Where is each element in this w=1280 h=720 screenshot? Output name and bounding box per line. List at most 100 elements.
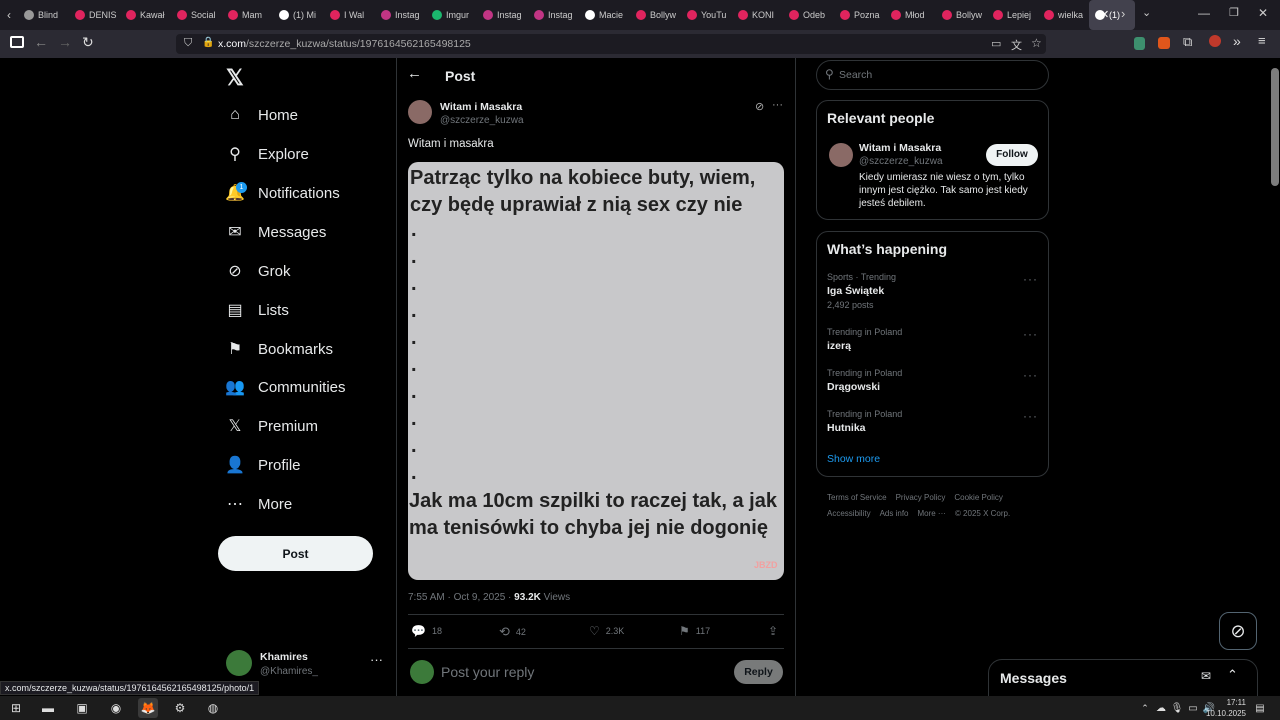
trend-more-icon[interactable]: ··· bbox=[1023, 327, 1038, 341]
browser-tab[interactable]: Mam bbox=[222, 0, 273, 30]
nav-item-home[interactable]: ⌂ Home bbox=[226, 102, 298, 128]
expand-icon[interactable]: ⌃ bbox=[1227, 667, 1238, 683]
account-more-icon[interactable]: ··· bbox=[370, 652, 383, 667]
reader-view-icon[interactable]: ▭ bbox=[991, 37, 1001, 50]
maximize-icon[interactable]: ❐ bbox=[1229, 6, 1239, 19]
back-arrow-icon[interactable]: ← bbox=[407, 65, 422, 82]
share-action[interactable]: ⇪ bbox=[768, 624, 778, 638]
nav-item-communities[interactable]: 👥 Communities bbox=[225, 374, 345, 400]
footer-link[interactable]: Ads info bbox=[880, 509, 909, 518]
browser-tab[interactable]: Instag bbox=[528, 0, 579, 30]
browser-tab[interactable]: Kawał bbox=[120, 0, 171, 30]
footer-link[interactable]: Cookie Policy bbox=[954, 493, 1002, 502]
nav-item-premium[interactable]: 𝕏 Premium bbox=[226, 413, 318, 439]
browser-tab[interactable]: Social bbox=[171, 0, 222, 30]
browser-tab[interactable]: Lepiej bbox=[987, 0, 1038, 30]
post-image[interactable]: Patrząc tylko na kobiece buty, wiem, czy… bbox=[408, 162, 784, 580]
browser-tab[interactable]: Blind bbox=[18, 0, 69, 30]
menu-icon[interactable]: ≡ bbox=[1258, 33, 1266, 48]
reply-input[interactable]: Post your reply bbox=[441, 664, 534, 680]
reply-button[interactable]: Reply bbox=[734, 660, 783, 684]
file-explorer-icon[interactable]: ▬ bbox=[38, 698, 58, 718]
account-switcher[interactable]: Khamires @Khamires_ ··· bbox=[226, 648, 386, 684]
reply-action[interactable]: 💬 18 bbox=[411, 624, 442, 638]
messages-drawer[interactable]: Messages ✉ ⌃ bbox=[988, 659, 1258, 696]
like-action[interactable]: ♡ 2.3K bbox=[589, 624, 624, 638]
translate-icon[interactable]: 文 bbox=[1011, 37, 1022, 53]
steam-icon[interactable]: ◉ bbox=[106, 698, 126, 718]
back-icon[interactable]: ← bbox=[34, 34, 48, 50]
browser-tab[interactable]: Bollyw bbox=[630, 0, 681, 30]
nav-item-messages[interactable]: ✉ Messages bbox=[226, 219, 326, 245]
clock[interactable]: 17:11 10.10.2025 bbox=[1200, 697, 1246, 719]
search-box[interactable]: ⚲ Search bbox=[816, 60, 1049, 90]
bookmark-star-icon[interactable]: ☆ bbox=[1031, 36, 1042, 50]
nav-item-bookmarks[interactable]: ⚑ Bookmarks bbox=[226, 336, 333, 362]
person-avatar[interactable] bbox=[829, 143, 853, 167]
trend-more-icon[interactable]: ··· bbox=[1023, 272, 1038, 286]
new-message-icon[interactable]: ✉ bbox=[1201, 669, 1211, 683]
browser-tab[interactable]: Pozna bbox=[834, 0, 885, 30]
search-input[interactable]: Search bbox=[839, 69, 872, 81]
author-handle[interactable]: @szczerze_kuzwa bbox=[440, 115, 524, 126]
author-avatar[interactable] bbox=[408, 100, 432, 124]
browser-tab[interactable]: Młod bbox=[885, 0, 936, 30]
tab-list-icon[interactable]: ⌄ bbox=[1142, 6, 1151, 19]
footer-link[interactable]: Accessibility bbox=[827, 509, 871, 518]
scrollbar-thumb[interactable] bbox=[1271, 68, 1279, 186]
footer-link[interactable]: © 2025 X Corp. bbox=[955, 509, 1010, 518]
trend-item[interactable]: Trending in Poland Drągowski ··· bbox=[827, 368, 1042, 393]
tab-scroll-left-icon[interactable]: ‹ bbox=[0, 8, 18, 22]
lock-icon[interactable]: 🔒 bbox=[202, 37, 214, 48]
tab-close-icon[interactable]: ✕ bbox=[1100, 8, 1109, 21]
trend-more-icon[interactable]: ··· bbox=[1023, 368, 1038, 382]
follow-button[interactable]: Follow bbox=[986, 144, 1038, 166]
browser-tab[interactable]: YouTu bbox=[681, 0, 732, 30]
repost-action[interactable]: ⟲ 42 bbox=[499, 624, 526, 640]
firefox-icon[interactable]: 🦊 bbox=[138, 698, 158, 718]
footer-link[interactable]: Terms of Service bbox=[827, 493, 887, 502]
browser-tab[interactable]: wielka bbox=[1038, 0, 1089, 30]
person-handle[interactable]: @szczerze_kuzwa bbox=[859, 156, 943, 167]
extensions-icon[interactable]: ⧉ bbox=[1183, 34, 1192, 50]
show-more-link[interactable]: Show more bbox=[827, 453, 880, 465]
browser-tab[interactable]: I Wal bbox=[324, 0, 375, 30]
overflow-icon[interactable]: » bbox=[1233, 33, 1241, 49]
reload-icon[interactable]: ↻ bbox=[82, 34, 94, 51]
extension-fox-icon[interactable] bbox=[1158, 37, 1170, 49]
browser-tab[interactable]: Odeb bbox=[783, 0, 834, 30]
author-name[interactable]: Witam i Masakra bbox=[440, 101, 522, 113]
minimize-icon[interactable]: — bbox=[1198, 6, 1210, 20]
post-more-icon[interactable]: ··· bbox=[772, 99, 783, 111]
extension-shield-icon[interactable] bbox=[1134, 37, 1145, 50]
browser-tab[interactable]: Bollyw bbox=[936, 0, 987, 30]
window-close-icon[interactable]: ✕ bbox=[1258, 6, 1268, 20]
grok-fab[interactable]: ⊘ bbox=[1219, 612, 1257, 650]
browser-tab[interactable]: DENIS bbox=[69, 0, 120, 30]
shield-icon[interactable]: ⛉ bbox=[184, 37, 192, 50]
nav-item-more[interactable]: ⋯ More bbox=[226, 491, 292, 517]
x-logo-icon[interactable]: 𝕏 bbox=[226, 65, 244, 91]
trend-item[interactable]: Sports · Trending Iga Świątek 2,492 posts ·… bbox=[827, 272, 1042, 310]
monitor-app-icon[interactable]: ▣ bbox=[72, 698, 92, 718]
browser-tab[interactable]: KONI bbox=[732, 0, 783, 30]
nav-item-profile[interactable]: 👤 Profile bbox=[225, 452, 300, 478]
post-button[interactable]: Post bbox=[218, 536, 373, 571]
bookmark-action[interactable]: ⚑ 117 bbox=[679, 624, 710, 638]
footer-link[interactable]: Privacy Policy bbox=[896, 493, 946, 502]
forward-icon[interactable]: → bbox=[58, 34, 72, 50]
browser-tab[interactable]: (1) bbox=[1089, 0, 1135, 30]
start-icon[interactable]: ⊞ bbox=[6, 698, 26, 718]
nav-item-lists[interactable]: ▤ Lists bbox=[226, 297, 288, 323]
browser-tab[interactable]: Instag bbox=[477, 0, 528, 30]
footer-link[interactable]: More ··· bbox=[917, 509, 945, 518]
trend-item[interactable]: Trending in Poland izerą ··· bbox=[827, 327, 1042, 352]
page-scrollbar[interactable] bbox=[1270, 58, 1280, 696]
app-icon[interactable]: ◍ bbox=[203, 698, 223, 718]
trend-item[interactable]: Trending in Poland Hutnika ··· bbox=[827, 409, 1042, 434]
sidebar-toggle-icon[interactable] bbox=[10, 36, 24, 48]
browser-tab[interactable]: Instag bbox=[375, 0, 426, 30]
browser-tab[interactable]: (1) Mi bbox=[273, 0, 324, 30]
person-name[interactable]: Witam i Masakra bbox=[859, 142, 941, 154]
nav-item-grok[interactable]: ⊘ Grok bbox=[226, 258, 290, 284]
